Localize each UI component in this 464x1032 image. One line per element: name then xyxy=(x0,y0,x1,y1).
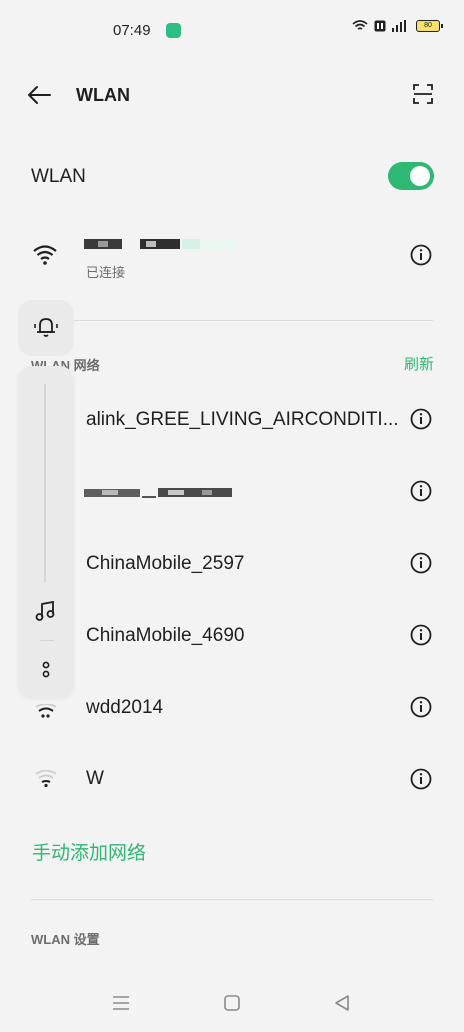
navigation-bar xyxy=(113,995,349,1011)
app-notification-icon xyxy=(166,23,181,38)
info-icon[interactable] xyxy=(410,480,432,502)
info-icon[interactable] xyxy=(410,696,432,718)
wlan-toggle-label: WLAN xyxy=(31,166,86,187)
network-name[interactable]: wdd2014 xyxy=(86,697,163,719)
add-network-button[interactable]: 手动添加网络 xyxy=(32,838,146,865)
ring-mode-button[interactable] xyxy=(18,300,74,356)
music-note-icon[interactable] xyxy=(33,600,57,622)
status-time: 07:49 xyxy=(113,22,151,39)
wifi-connected-icon xyxy=(33,245,57,265)
refresh-button[interactable]: 刷新 xyxy=(404,353,434,374)
bell-icon xyxy=(34,318,58,337)
signal-icon xyxy=(392,20,406,32)
scan-icon[interactable] xyxy=(412,83,434,105)
volume-panel xyxy=(18,366,74,698)
wlan-toggle[interactable] xyxy=(388,162,434,190)
wifi-status-icon xyxy=(352,20,368,30)
back-arrow-icon[interactable] xyxy=(26,84,52,106)
hd-icon xyxy=(374,20,386,32)
status-icons: 80 xyxy=(352,20,443,32)
battery-icon: 80 xyxy=(416,20,443,32)
divider xyxy=(31,899,433,900)
info-icon[interactable] xyxy=(410,768,432,790)
network-name[interactable]: W xyxy=(86,768,104,790)
info-icon[interactable] xyxy=(410,552,432,574)
settings-section-label: WLAN 设置 xyxy=(31,932,100,947)
info-icon[interactable] xyxy=(410,244,432,266)
volume-slider[interactable] xyxy=(44,384,46,582)
page-title: WLAN xyxy=(76,85,130,105)
network-name[interactable]: alink_GREE_LIVING_AIRCONDITI... xyxy=(86,409,399,431)
network-name[interactable]: ChinaMobile_2597 xyxy=(86,553,244,575)
network-name-redacted[interactable] xyxy=(84,484,232,500)
back-nav-icon[interactable] xyxy=(335,995,349,1011)
menu-nav-icon[interactable] xyxy=(113,996,129,1010)
info-icon[interactable] xyxy=(410,624,432,646)
network-name[interactable]: ChinaMobile_4690 xyxy=(86,625,244,647)
home-nav-icon[interactable] xyxy=(224,995,240,1011)
connected-status: 已连接 xyxy=(86,265,126,280)
divider xyxy=(31,320,433,321)
toggle-knob xyxy=(410,166,430,186)
divider xyxy=(40,640,54,641)
info-icon[interactable] xyxy=(410,408,432,430)
wifi-weak-icon xyxy=(35,770,57,788)
connected-network-name-redacted xyxy=(84,239,236,249)
wifi-weak-icon xyxy=(35,704,57,718)
more-options-icon[interactable] xyxy=(40,660,52,680)
